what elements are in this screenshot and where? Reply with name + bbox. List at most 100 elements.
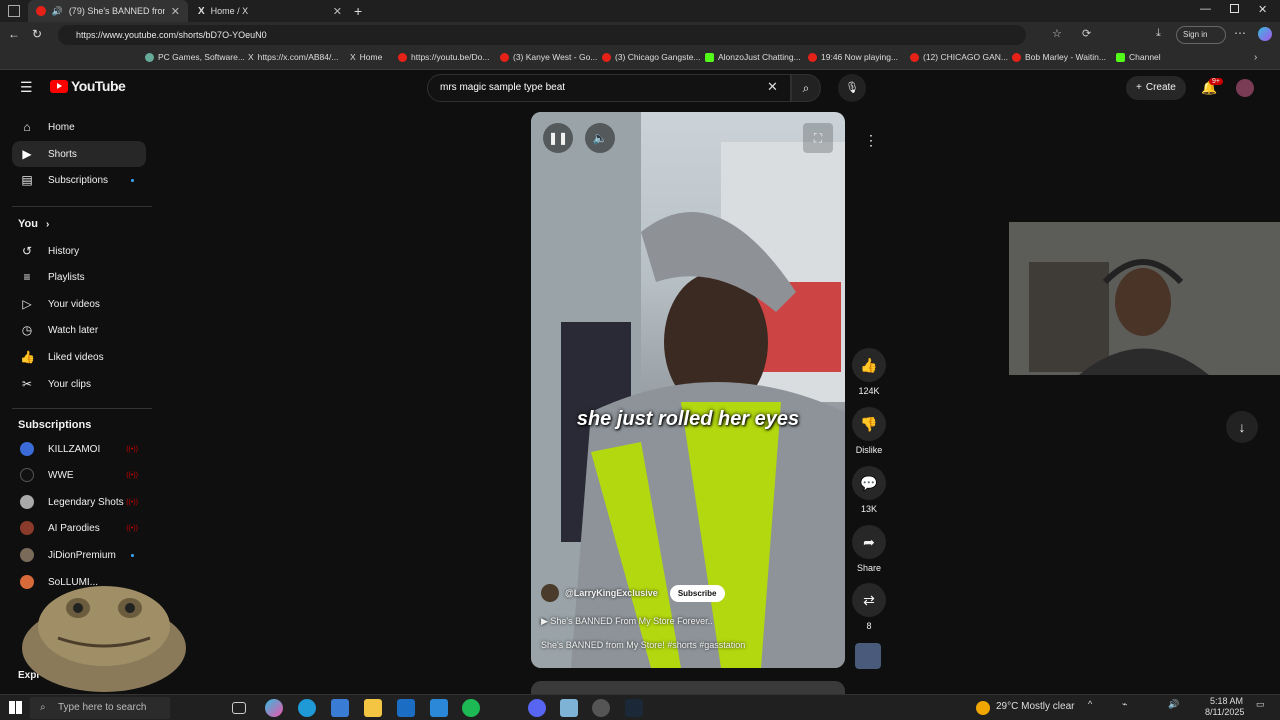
video-title[interactable]: She's BANNED from My Store! #shorts #gas… <box>541 640 745 650</box>
channel-avatar[interactable] <box>541 584 559 602</box>
subscription-item[interactable]: Legendary Shots ((•)) <box>12 489 146 515</box>
bookmark-0[interactable]: PC Games, Software... <box>145 52 245 62</box>
audio-icon[interactable]: 🔊 <box>52 6 63 17</box>
bookmark-9[interactable]: Bob Marley - Waitin... <box>1012 52 1106 62</box>
back-icon[interactable]: ← <box>8 27 20 41</box>
like-button[interactable]: 👍 124K <box>852 348 886 396</box>
sidebar-item-watch-later[interactable]: ◷ Watch later <box>12 317 146 343</box>
bookmark-8[interactable]: (12) CHICAGO GAN... <box>910 52 1008 62</box>
close-tab-icon[interactable]: ✕ <box>333 5 342 18</box>
pause-button[interactable]: ❚❚ <box>543 123 573 153</box>
sidebar-item-label: Home <box>48 121 75 133</box>
task-view-icon[interactable] <box>232 702 246 714</box>
channel-name[interactable]: @LarryKingExclusive <box>565 588 658 598</box>
start-icon[interactable] <box>9 701 22 714</box>
copilot-icon[interactable] <box>265 699 283 717</box>
remix-button[interactable]: ⇄ 8 <box>852 583 886 631</box>
tab-youtube[interactable]: 🔊 (79) She's BANNED from My ✕ <box>28 0 188 22</box>
photos-icon[interactable] <box>430 699 448 717</box>
subscription-item[interactable]: KILLZAMOI ((•)) <box>12 436 146 462</box>
clock-date[interactable]: 8/11/2025 <box>1205 707 1244 717</box>
subscription-item[interactable]: JiDionPremium <box>12 542 146 568</box>
obs-icon[interactable] <box>592 699 610 717</box>
youtube-logo[interactable]: YouTube <box>50 78 126 94</box>
scroll-down-button[interactable]: ↓ <box>1226 411 1258 443</box>
dislike-button[interactable]: 👎 Dislike <box>852 407 886 455</box>
bookmark-2[interactable]: X Home <box>350 52 382 62</box>
steam-icon[interactable] <box>625 699 643 717</box>
sidebar-item-subscriptions[interactable]: ▤ Subscriptions <box>12 167 146 193</box>
sound-thumbnail[interactable] <box>855 643 881 669</box>
sidebar-item-your-clips[interactable]: ✂ Your clips <box>12 371 146 397</box>
search-button[interactable]: ⌕ <box>791 74 821 102</box>
bookmark-1[interactable]: Xhttps://x.com/AB84/... <box>248 52 338 62</box>
new-tab-icon[interactable]: + <box>354 3 362 19</box>
refresh-icon[interactable]: ↻ <box>32 27 42 41</box>
share-button[interactable]: ➦ Share <box>852 525 886 573</box>
you-section-title[interactable]: You › <box>18 218 49 230</box>
clock-time[interactable]: 5:18 AM <box>1210 696 1243 706</box>
sidebar-item-label: History <box>48 245 80 257</box>
edge-icon[interactable] <box>298 699 316 717</box>
sidebar-item-your-videos[interactable]: ▷ Your videos <box>12 291 146 317</box>
extensions-icon[interactable]: ⟳ <box>1082 27 1091 40</box>
bookmark-label: Bob Marley - Waitin... <box>1025 52 1106 62</box>
download-icon[interactable]: ⤓ <box>1156 27 1161 40</box>
bookmark-4[interactable]: (3) Kanye West - Go... <box>500 52 597 62</box>
network-icon[interactable]: ⌁ <box>1122 699 1127 710</box>
bookmark-10[interactable]: Channel <box>1116 52 1161 62</box>
url-field[interactable]: https://www.youtube.com/shorts/bD7O-YOeu… <box>58 25 1026 45</box>
more-menu-icon[interactable]: ⋯ <box>1234 26 1246 40</box>
tab-x-home[interactable]: X Home / X ✕ <box>190 0 350 22</box>
store-icon[interactable] <box>331 699 349 717</box>
voice-search-button[interactable]: 🎙 <box>838 74 866 102</box>
subscription-item[interactable]: WWE ((•)) <box>12 462 146 488</box>
hamburger-menu-icon[interactable]: ☰ <box>20 79 33 96</box>
maximize-icon[interactable] <box>1230 4 1239 13</box>
subscription-item[interactable]: AI Parodies ((•)) <box>12 515 146 541</box>
create-button[interactable]: + Create <box>1126 76 1186 100</box>
clear-search-icon[interactable]: ✕ <box>767 79 778 95</box>
youtube-play-icon <box>50 79 68 93</box>
sidebar-item-shorts[interactable]: ▶ Shorts <box>12 141 146 167</box>
comments-button[interactable]: 💬 13K <box>852 466 886 514</box>
windows-menu-icon[interactable] <box>8 5 20 17</box>
subscribe-button[interactable]: Subscribe <box>669 584 725 602</box>
minimize-icon[interactable]: — <box>1200 3 1211 15</box>
file-explorer-icon[interactable] <box>364 699 382 717</box>
copilot-icon[interactable] <box>1258 27 1272 41</box>
bookmark-3[interactable]: https://youtu.be/Do... <box>398 52 489 62</box>
star-icon[interactable]: ☆ <box>1052 27 1062 40</box>
volume-button[interactable]: 🔈 <box>585 123 615 153</box>
app-icon[interactable] <box>560 699 578 717</box>
sign-in-button[interactable]: Sign in <box>1176 26 1226 44</box>
outlook-icon[interactable] <box>397 699 415 717</box>
close-tab-icon[interactable]: ✕ <box>171 5 180 18</box>
weather-text[interactable]: 29°C Mostly clear <box>996 701 1074 712</box>
close-window-icon[interactable]: ✕ <box>1258 3 1267 16</box>
remix-icon: ⇄ <box>863 591 875 608</box>
sidebar-item-liked-videos[interactable]: 👍 Liked videos <box>12 344 146 370</box>
search-input[interactable]: mrs magic sample type beat <box>427 74 791 102</box>
show-hidden-icons-icon[interactable]: ^ <box>1088 699 1092 709</box>
notifications-icon[interactable]: ▭ <box>1256 699 1265 710</box>
discord-icon[interactable] <box>528 699 546 717</box>
bookmarks-more-icon[interactable]: › <box>1254 52 1257 63</box>
bookmark-6[interactable]: AlonzoJust Chatting... <box>705 52 801 62</box>
pause-icon: ❚❚ <box>547 131 569 145</box>
bookmark-5[interactable]: (3) Chicago Gangste... <box>602 52 701 62</box>
playlist-link[interactable]: ▶ She's BANNED From My Store Forever.. <box>541 616 713 627</box>
spotify-icon[interactable] <box>462 699 480 717</box>
fullscreen-button[interactable]: ⛶ <box>803 123 833 153</box>
bookmark-7[interactable]: 19:46 Now playing... <box>808 52 898 62</box>
shorts-video-player[interactable]: she just rolled her eyes ❚❚ 🔈 ⛶ @LarryKi… <box>531 112 845 668</box>
next-video-preview[interactable] <box>531 681 845 695</box>
volume-icon[interactable]: 🔊 <box>1168 699 1179 710</box>
sidebar-item-history[interactable]: ↺ History <box>12 238 146 264</box>
more-options-icon[interactable]: ⋮ <box>864 132 878 149</box>
sidebar-item-home[interactable]: ⌂ Home <box>12 114 146 140</box>
sidebar-item-playlists[interactable]: ≡ Playlists <box>12 264 146 290</box>
avatar[interactable] <box>1236 79 1254 97</box>
taskbar-search-placeholder: Type here to search <box>58 702 147 713</box>
taskbar-search-input[interactable]: ⌕ Type here to search <box>30 697 170 719</box>
